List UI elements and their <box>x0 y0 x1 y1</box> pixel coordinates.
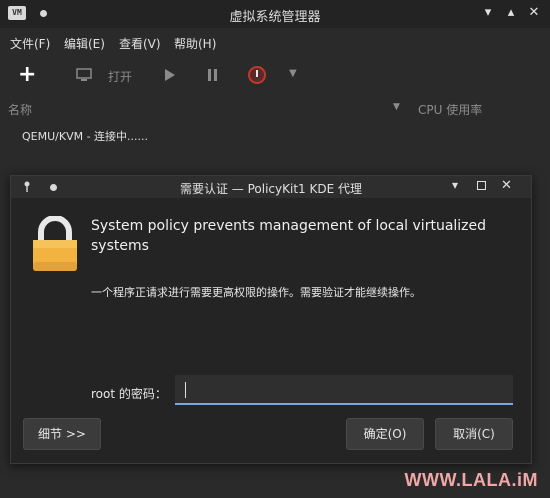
menu-file[interactable]: 文件(F) <box>10 35 50 52</box>
main-titlebar: VM 虚拟系统管理器 ▾ ▴ ✕ <box>0 0 550 28</box>
window-title: 虚拟系统管理器 <box>229 10 321 25</box>
sort-chevron-icon[interactable]: ▼ <box>393 102 400 112</box>
minimize-icon[interactable]: ▾ <box>480 4 496 22</box>
monitor-icon[interactable] <box>76 68 92 82</box>
column-header: 名称 ▼ CPU 使用率 <box>0 96 550 122</box>
add-icon[interactable]: + <box>18 64 36 86</box>
ok-button[interactable]: 确定(O) <box>346 418 424 450</box>
column-name[interactable]: 名称 <box>8 101 32 118</box>
dialog-minimize-icon[interactable]: ▾ <box>452 178 458 192</box>
menu-help[interactable]: 帮助(H) <box>174 35 216 52</box>
chevron-down-icon[interactable]: ▼ <box>289 68 297 79</box>
dialog-close-icon[interactable]: ✕ <box>501 178 512 193</box>
connection-row[interactable]: QEMU/KVM - 连接中...... <box>0 122 550 148</box>
toolbar: + 打开 ▼ <box>0 56 550 96</box>
open-button[interactable]: 打开 <box>108 68 132 85</box>
close-icon[interactable]: ✕ <box>526 4 542 22</box>
text-caret <box>185 382 186 398</box>
dialog-maximize-icon[interactable] <box>477 181 486 190</box>
dialog-heading: System policy prevents management of loc… <box>91 218 487 254</box>
details-button[interactable]: 细节 >> <box>23 418 101 450</box>
maximize-icon[interactable]: ▴ <box>503 4 519 22</box>
menu-edit[interactable]: 编辑(E) <box>64 35 105 52</box>
play-icon[interactable] <box>164 68 176 82</box>
column-cpu[interactable]: CPU 使用率 <box>418 101 482 118</box>
dialog-titlebar: 需要认证 — PolicyKit1 KDE 代理 ▾ ✕ <box>11 176 531 198</box>
password-input[interactable] <box>175 375 513 405</box>
connection-label: QEMU/KVM - 连接中...... <box>22 130 149 143</box>
menu-view[interactable]: 查看(V) <box>119 35 161 52</box>
shutdown-icon[interactable] <box>247 65 267 85</box>
auth-dialog: 需要认证 — PolicyKit1 KDE 代理 ▾ ✕ System poli… <box>10 175 532 464</box>
watermark: WWW.LALA.iM <box>404 470 538 490</box>
menu-bar: 文件(F) 编辑(E) 查看(V) 帮助(H) <box>0 28 550 56</box>
pause-icon[interactable] <box>206 68 220 82</box>
password-label: root 的密码： <box>91 387 167 401</box>
cancel-button[interactable]: 取消(C) <box>435 418 513 450</box>
dialog-message: 一个程序正请求进行需要更高权限的操作。需要验证才能继续操作。 <box>91 286 421 299</box>
lock-icon <box>33 216 77 271</box>
